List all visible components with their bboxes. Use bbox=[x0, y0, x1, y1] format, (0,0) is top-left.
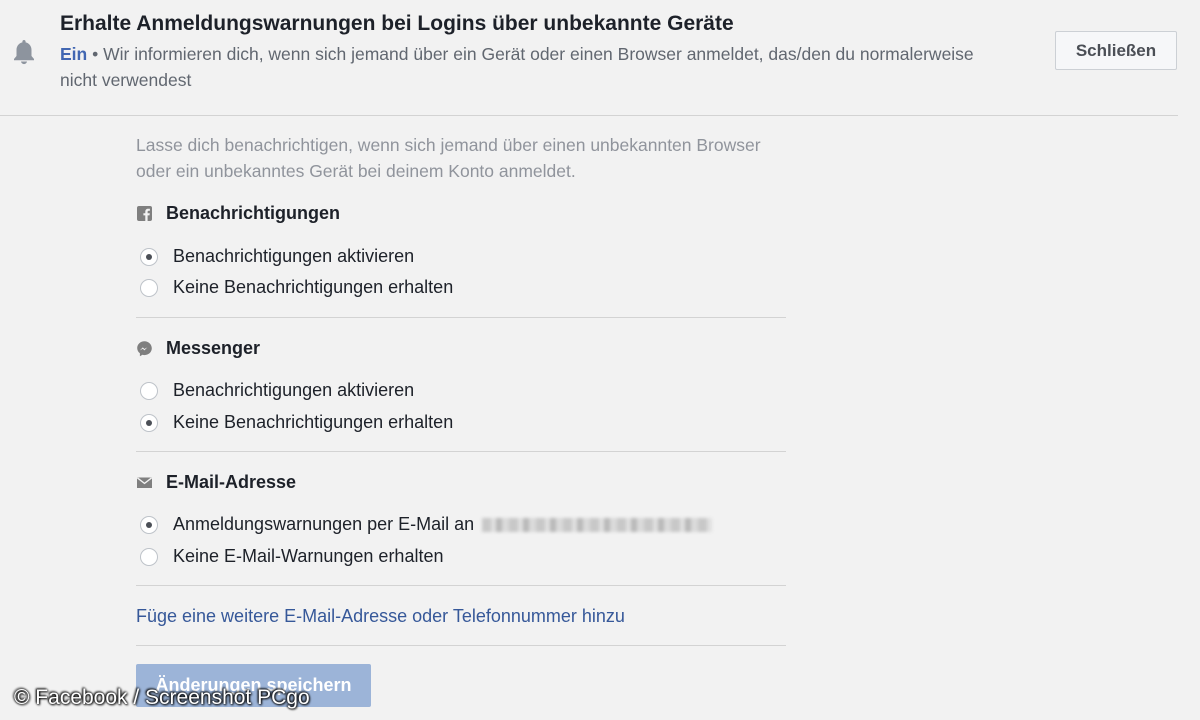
section-notifications-heading: Benachrichtigungen bbox=[136, 203, 340, 224]
alert-description: Wir informieren dich, wenn sich jemand ü… bbox=[60, 44, 974, 90]
section-messenger-heading: Messenger bbox=[136, 338, 260, 359]
radio-button[interactable] bbox=[140, 278, 158, 297]
section-title: Messenger bbox=[166, 338, 261, 358]
intro-text: Lasse dich benachrichtigen, wenn sich je… bbox=[136, 135, 761, 181]
radio-label: Keine Benachrichtigungen erhalten bbox=[173, 277, 454, 297]
radio-messenger-disable[interactable]: Keine Benachrichtigungen erhalten bbox=[140, 412, 453, 433]
radio-label: Keine Benachrichtigungen erhalten bbox=[173, 412, 454, 432]
radio-email-disable[interactable]: Keine E-Mail-Warnungen erhalten bbox=[140, 546, 443, 567]
radio-button[interactable] bbox=[140, 515, 158, 534]
radio-button[interactable] bbox=[140, 547, 158, 566]
status-separator: • bbox=[87, 44, 104, 64]
alert-settings-header: Erhalte Anmeldungswarnungen bei Logins ü… bbox=[0, 0, 1178, 116]
section-email-heading: E-Mail-Adresse bbox=[136, 472, 296, 493]
close-button[interactable]: Schließen bbox=[1055, 31, 1177, 70]
divider bbox=[136, 585, 786, 586]
section-title: E-Mail-Adresse bbox=[166, 472, 297, 492]
watermark: © Facebook / Screenshot PCgo bbox=[14, 686, 310, 709]
radio-notifications-enable[interactable]: Benachrichtigungen aktivieren bbox=[140, 246, 414, 267]
bell-icon bbox=[14, 40, 34, 65]
alert-status-description: Ein • Wir informieren dich, wenn sich je… bbox=[60, 41, 1010, 93]
radio-notifications-disable[interactable]: Keine Benachrichtigungen erhalten bbox=[140, 277, 453, 298]
radio-label: Benachrichtigungen aktivieren bbox=[173, 246, 415, 266]
messenger-icon bbox=[137, 341, 152, 357]
page-title: Erhalte Anmeldungswarnungen bei Logins ü… bbox=[60, 12, 734, 35]
facebook-icon bbox=[137, 206, 152, 221]
radio-label: Anmeldungswarnungen per E-Mail an bbox=[173, 514, 475, 534]
radio-messenger-enable[interactable]: Benachrichtigungen aktivieren bbox=[140, 380, 414, 401]
radio-button[interactable] bbox=[140, 247, 158, 266]
status-badge: Ein bbox=[60, 44, 88, 64]
radio-label: Benachrichtigungen aktivieren bbox=[173, 380, 415, 400]
section-title: Benachrichtigungen bbox=[166, 203, 341, 223]
radio-button[interactable] bbox=[140, 413, 158, 432]
blurred-email-address bbox=[482, 517, 713, 532]
add-contact-link[interactable]: Füge eine weitere E-Mail-Adresse oder Te… bbox=[136, 606, 625, 627]
envelope-icon bbox=[136, 477, 153, 488]
radio-email-enable[interactable]: Anmeldungswarnungen per E-Mail an bbox=[140, 514, 713, 535]
divider bbox=[136, 317, 786, 318]
divider bbox=[136, 451, 786, 452]
radio-label: Keine E-Mail-Warnungen erhalten bbox=[173, 546, 444, 566]
radio-button[interactable] bbox=[140, 381, 158, 400]
settings-panel: Lasse dich benachrichtigen, wenn sich je… bbox=[136, 132, 786, 707]
divider bbox=[136, 645, 786, 646]
